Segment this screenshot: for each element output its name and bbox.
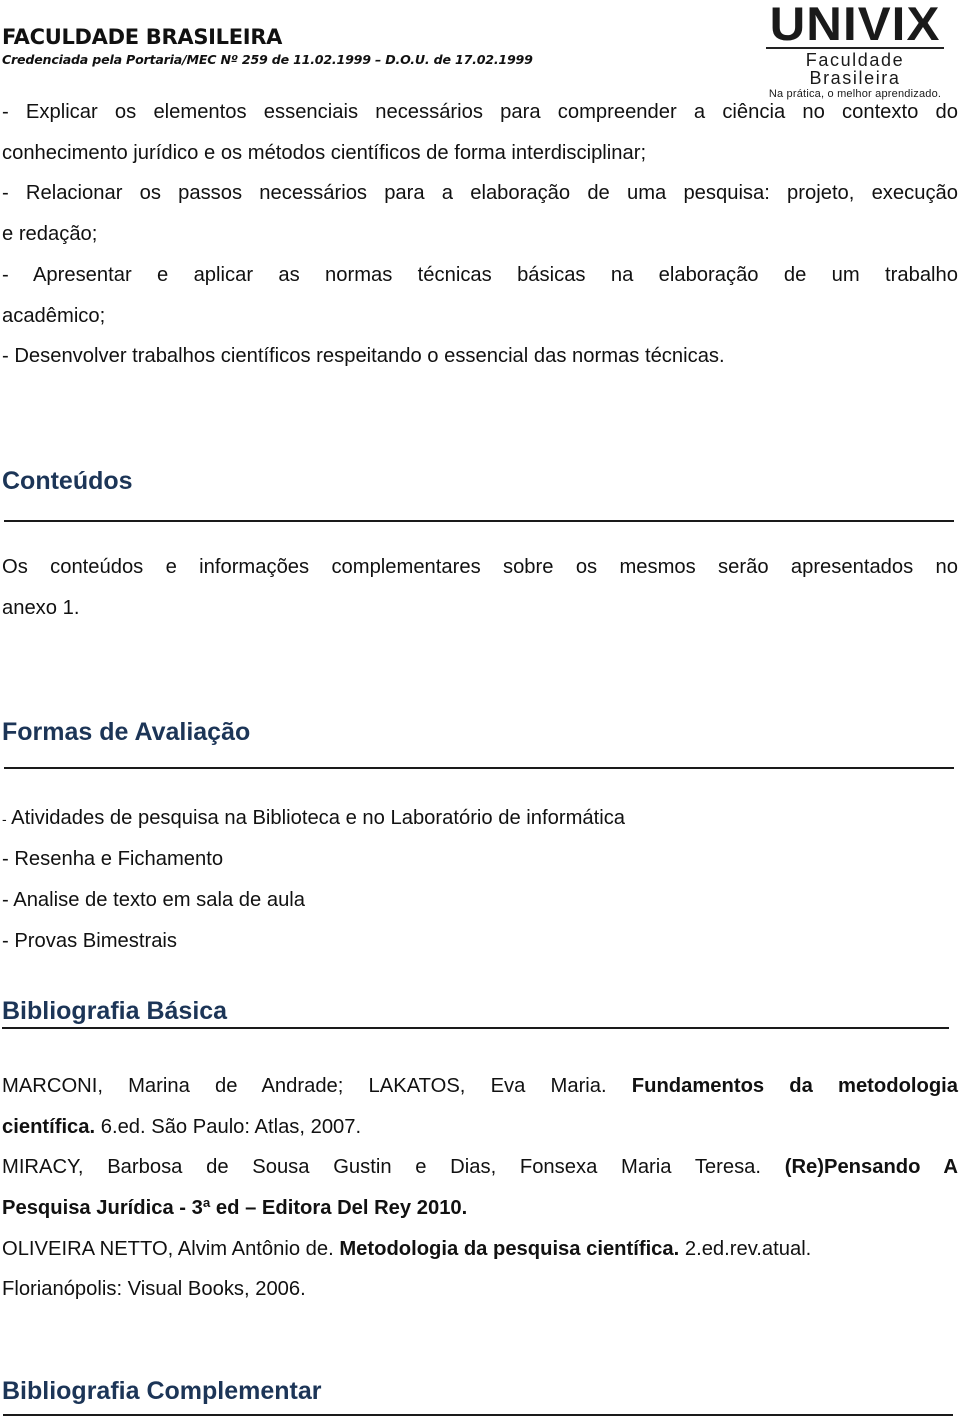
- bibliography-edition: 2.ed.rev.atual.: [679, 1238, 812, 1260]
- objective-line: e redação;: [2, 223, 98, 245]
- bullet-dash: -: [2, 848, 9, 870]
- avaliacao-item-text: Resenha e Fichamento: [8, 848, 224, 870]
- bibliography-entry: MIRACY, Barbosa de Sousa Gustin e Dias, …: [2, 1155, 958, 1179]
- bibliography-publication: Florianópolis: Visual Books, 2006.: [2, 1278, 306, 1300]
- institution-credential: Credenciada pela Portaria/MEC Nº 259 de …: [2, 52, 533, 67]
- avaliacao-item-text: Analise de texto em sala de aula: [8, 889, 306, 911]
- section-heading-bibliografia-complementar: Bibliografia Complementar: [2, 1377, 322, 1405]
- avaliacao-item: - Provas Bimestrais: [2, 929, 177, 953]
- objective-line: - Explicar os elementos essenciais neces…: [2, 101, 958, 123]
- bibliography-entry-cont: Florianópolis: Visual Books, 2006.: [2, 1277, 306, 1301]
- bibliography-title: científica.: [2, 1116, 96, 1138]
- institution-header: FACULDADE BRASILEIRA Credenciada pela Po…: [2, 24, 533, 67]
- bibliography-title: (Re)Pensando A: [784, 1156, 958, 1178]
- avaliacao-item: - Analise de texto em sala de aula: [2, 888, 305, 912]
- logo-subtitle: Faculdade Brasileira: [805, 50, 905, 88]
- avaliacao-item: - Resenha e Fichamento: [2, 847, 223, 871]
- bibliography-title: Metodologia da pesquisa científica.: [339, 1238, 680, 1260]
- objective-line: - Apresentar e aplicar as normas técnica…: [2, 264, 958, 286]
- bullet-dash: -: [2, 889, 9, 911]
- section-divider: [4, 767, 954, 769]
- univix-logo: UNIVIX Faculdade Brasileira Na prática, …: [760, 0, 950, 101]
- logo-wordmark: UNIVIX: [769, 0, 941, 50]
- bibliography-authors: MIRACY, Barbosa de Sousa Gustin e Dias, …: [2, 1156, 785, 1178]
- objective-line: - Relacionar os passos necessários para …: [2, 182, 958, 204]
- section-divider: [3, 1414, 953, 1416]
- bibliography-publication: 6.ed. São Paulo: Atlas, 2007.: [95, 1116, 362, 1138]
- bibliography-entry: MARCONI, Marina de Andrade; LAKATOS, Eva…: [2, 1074, 958, 1098]
- institution-name: FACULDADE BRASILEIRA: [2, 25, 283, 49]
- bibliography-entry: OLIVEIRA NETTO, Alvim Antônio de. Metodo…: [2, 1237, 958, 1261]
- section-divider: [2, 1027, 949, 1029]
- avaliacao-item-text: Atividades de pesquisa na Biblioteca e n…: [6, 807, 626, 829]
- objective-line: conhecimento jurídico e os métodos cient…: [2, 142, 647, 164]
- bibliography-entry-cont: científica. 6.ed. São Paulo: Atlas, 2007…: [2, 1115, 361, 1139]
- avaliacao-item: - Atividades de pesquisa na Biblioteca e…: [2, 806, 625, 831]
- conteudos-text: anexo 1.: [2, 597, 80, 619]
- logo-tagline: Na prática, o melhor aprendizado.: [768, 88, 942, 100]
- bibliography-title: Pesquisa Jurídica - 3ª ed – Editora Del …: [2, 1197, 468, 1219]
- bibliography-authors: MARCONI, Marina de Andrade; LAKATOS, Eva…: [2, 1075, 632, 1097]
- bibliography-authors: OLIVEIRA NETTO, Alvim Antônio de.: [2, 1238, 340, 1260]
- avaliacao-item-text: Provas Bimestrais: [8, 930, 178, 952]
- section-heading-conteudos: Conteúdos: [2, 467, 133, 495]
- objective-line: - Desenvolver trabalhos científicos resp…: [2, 345, 725, 367]
- conteudos-text: Os conteúdos e informações complementare…: [2, 556, 958, 578]
- bullet-dash: -: [2, 930, 9, 952]
- bibliography-entry-cont: Pesquisa Jurídica - 3ª ed – Editora Del …: [2, 1196, 467, 1220]
- section-divider: [4, 520, 954, 522]
- section-heading-bibliografia-basica: Bibliografia Básica: [2, 997, 228, 1025]
- objective-line: acadêmico;: [2, 305, 106, 327]
- section-heading-avaliacao: Formas de Avaliação: [2, 718, 251, 746]
- bibliography-title: Fundamentos da metodologia: [631, 1075, 959, 1097]
